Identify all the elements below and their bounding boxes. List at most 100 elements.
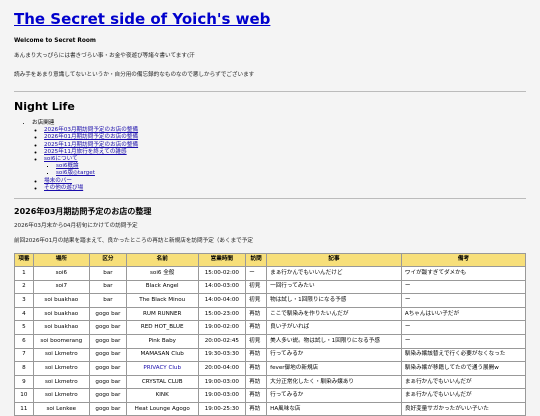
table-cell: gogo bar xyxy=(88,333,127,349)
table-cell: 再訪 xyxy=(245,374,268,390)
table-cell: 6 xyxy=(14,333,34,349)
table-cell: 19:30-03:30 xyxy=(197,347,247,363)
table-cell: soi buakhao xyxy=(32,293,90,308)
table-cell: 良い子がいれば xyxy=(266,320,402,335)
toc-link[interactable]: 2025年11月期訪問予定のお店の整備 xyxy=(44,142,138,148)
table-row: 8 soi Lkmetro gogo bar PRIVACY Club 20:00-04… xyxy=(14,361,527,376)
table-cell: ワイが跋すぎてダメかも xyxy=(400,265,527,281)
divider xyxy=(14,91,526,93)
table-cell: 5 xyxy=(14,320,34,335)
table-row: 10 soi Lkmetro gogo bar KINK 19:00-03:00 再訪 行っ… xyxy=(14,388,527,403)
table-cell: 15:00-23:00 xyxy=(197,306,247,322)
article-para-2: 前回2026年01月の結果を踏まえて、良かったところの再訪と新規店を訪問予定（あ… xyxy=(14,237,253,244)
table-cell: Heat Lounge Agogo xyxy=(125,401,199,416)
table-cell: 1 xyxy=(14,265,34,281)
toc-link[interactable]: soi6について xyxy=(44,156,78,162)
table-cell: まぁ行かんでもいいんだが xyxy=(400,374,527,390)
toc-link[interactable]: その他の遊び場 xyxy=(44,185,83,191)
table-cell: 再訪 xyxy=(245,306,268,322)
table-cell: bar xyxy=(88,279,127,295)
table-header-row: 項番 場所 区分 名前 営業時間 訪問 記事 備考 xyxy=(14,252,527,267)
table-cell: 初見 xyxy=(245,279,268,295)
toc-link[interactable]: 2026年01月期訪問予定のお店の整備 xyxy=(44,134,138,140)
table-cell: 初見 xyxy=(245,293,268,308)
table-cell: RUM RUNNER xyxy=(125,306,199,322)
table-cell: 再訪 xyxy=(245,347,268,363)
table-cell: 8 xyxy=(14,361,34,376)
table-row: 2 soi7 bar Black Angel 14:00-03:00 初見 一回行ってみたい… xyxy=(14,279,527,295)
site-title: The Secret side of Yoich's web xyxy=(14,10,526,28)
table-cell: KINK xyxy=(125,388,199,403)
table-cell: 7 xyxy=(14,347,34,363)
article-title: 2026年03月期訪問予定のお店の整理 xyxy=(14,206,152,216)
table-cell: HA風味な店 xyxy=(266,401,402,416)
table-cell: soi Lenkee xyxy=(32,401,90,416)
table-cell: 再訪 xyxy=(245,361,268,376)
table-cell: 行ってみるか xyxy=(266,388,402,403)
toc-link[interactable]: soi6版◎target xyxy=(56,170,95,176)
toc-link[interactable]: 2025年11月旅行を終えての雑感 xyxy=(44,149,127,155)
toc-link[interactable]: 場末のバー xyxy=(44,178,72,184)
table-cell: Aちゃんはいい子だが xyxy=(400,306,527,322)
column-header: 営業時間 xyxy=(197,252,247,267)
table-cell: gogo bar xyxy=(88,388,127,403)
table-row: 4 soi buakhao gogo bar RUM RUNNER 15:00-23:0… xyxy=(14,306,527,322)
table-cell: soi Lkmetro xyxy=(32,388,90,403)
intro: あんまり大っぴらには書きづらい事・お金や夜遊び等諸々書いてます(汗 読み手をあま… xyxy=(14,53,526,79)
toc-item: 2026年01月期訪問予定のお店の整備 xyxy=(44,134,526,141)
table-cell: MAMASAN Club xyxy=(125,347,199,363)
table-cell: soi buakhao xyxy=(32,306,90,322)
table-cell: soi Lkmetro xyxy=(32,361,90,376)
column-header: 項番 xyxy=(14,252,34,267)
table-cell: fever御地の新規店 xyxy=(266,361,402,376)
intro-line-2: 読み手をあまり意識してないというか・自分用の備忘録的なものなので悪しからずでござ… xyxy=(14,72,255,79)
table-cell: 再訪 xyxy=(245,320,268,335)
table-cell: soi6 xyxy=(32,265,90,281)
table-cell: ー xyxy=(400,333,527,349)
page: The Secret side of Yoich's web Welcome t… xyxy=(0,0,540,416)
table-cell: 良好変量サガかったがいい子いた xyxy=(400,401,527,416)
column-header: 訪問 xyxy=(245,252,268,267)
divider xyxy=(14,197,526,199)
table-cell: soi7 xyxy=(32,279,90,295)
table-cell: 馴染み嬢該替えで行く必要がなくなった xyxy=(400,347,527,363)
shop-link[interactable]: PRIVACY Club xyxy=(125,361,199,376)
article-para-1: 2026年03月末から04月初旬にかけての訪問予定 xyxy=(14,222,138,229)
toc-item: soi6概論 xyxy=(56,163,526,170)
table-cell: gogo bar xyxy=(88,361,127,376)
table-cell: ー xyxy=(400,320,527,335)
toc-link[interactable]: 2026年03月期訪問予定のお店の整備 xyxy=(44,127,138,133)
table-cell: 2 xyxy=(14,279,34,295)
table-cell: gogo bar xyxy=(88,374,127,390)
table-cell: gogo bar xyxy=(88,347,127,363)
welcome-heading: Welcome to Secret Room xyxy=(14,38,96,44)
table-cell: 大分正常化したく・馴染み嬢あり xyxy=(266,374,402,390)
table-row: 6 soi boomerang gogo bar Pink Baby 20:00-02:… xyxy=(14,333,527,349)
table-cell: ー xyxy=(400,279,527,295)
table-cell: RED HOT_BLUE xyxy=(125,320,199,335)
table-cell: soi buakhao xyxy=(32,320,90,335)
table-cell: 20:00-04:00 xyxy=(197,361,247,376)
table-cell: bar xyxy=(88,265,127,281)
table-cell: まぁ行かんでもいいんだが xyxy=(400,388,527,403)
table-cell: 一回行ってみたい xyxy=(266,279,402,295)
toc-item: soi6版◎target xyxy=(56,170,526,177)
table-body: 1 soi6 bar soi6 全般 15:00-02:00 ーまぁ行かんでもいいんだけど… xyxy=(14,265,527,416)
table-cell: Black Angel xyxy=(125,279,199,295)
table-cell: まぁ行かんでもいいんだけど xyxy=(266,265,402,281)
table-cell: 10 xyxy=(14,388,34,403)
toc-link[interactable]: soi6概論 xyxy=(56,163,79,169)
column-header: 記事 xyxy=(266,252,402,267)
table-row: 5 soi buakhao gogo bar RED HOT_BLUE 19:00-02… xyxy=(14,320,527,335)
column-header: 場所 xyxy=(32,252,90,267)
table-cell: 19:00-03:00 xyxy=(197,388,247,403)
site-title-link[interactable]: The Secret side of Yoich's web xyxy=(14,10,270,28)
table-row: 9 soi Lkmetro gogo bar CRYSTAL CLUB 19:00-03… xyxy=(14,374,527,390)
table-cell: gogo bar xyxy=(88,306,127,322)
table-cell: 再訪 xyxy=(245,388,268,403)
column-header: 名前 xyxy=(125,252,199,267)
table-row: 11 soi Lenkee gogo bar Heat Lounge Agogo 19:… xyxy=(14,401,527,416)
section-title: Night Life xyxy=(14,100,75,114)
table-cell: 行ってみるか xyxy=(266,347,402,363)
toc-item: その他の遊び場 xyxy=(44,185,526,192)
